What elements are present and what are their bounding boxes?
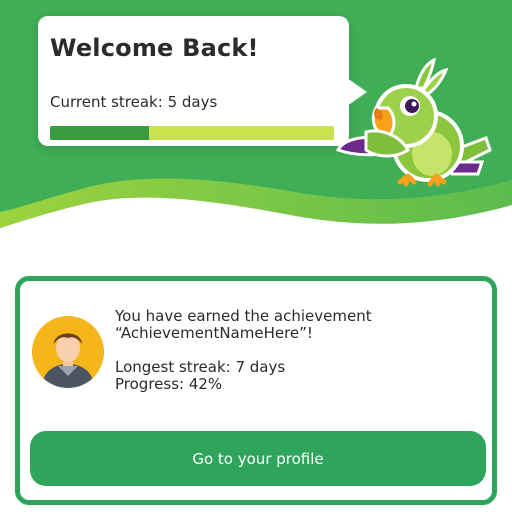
progress-label: Progress: 42% (115, 375, 223, 393)
achievement-line-1: You have earned the achievement (115, 307, 372, 325)
welcome-card: Welcome Back! Current streak: 5 days (38, 16, 367, 146)
current-streak-label: Current streak: 5 days (50, 93, 218, 111)
welcome-title: Welcome Back! (50, 34, 259, 62)
parrot-icon (336, 58, 492, 187)
achievement-card: You have earned the achievement “Achieve… (15, 276, 497, 505)
streak-progress-bar (50, 126, 334, 140)
streak-progress-fill (50, 126, 150, 140)
achievement-message: You have earned the achievement “Achieve… (115, 308, 485, 393)
go-to-profile-button[interactable]: Go to your profile (30, 431, 486, 486)
user-avatar-icon (32, 316, 104, 388)
longest-streak-label: Longest streak: 7 days (115, 358, 286, 376)
achievement-name: “AchievementNameHere”! (115, 324, 313, 342)
